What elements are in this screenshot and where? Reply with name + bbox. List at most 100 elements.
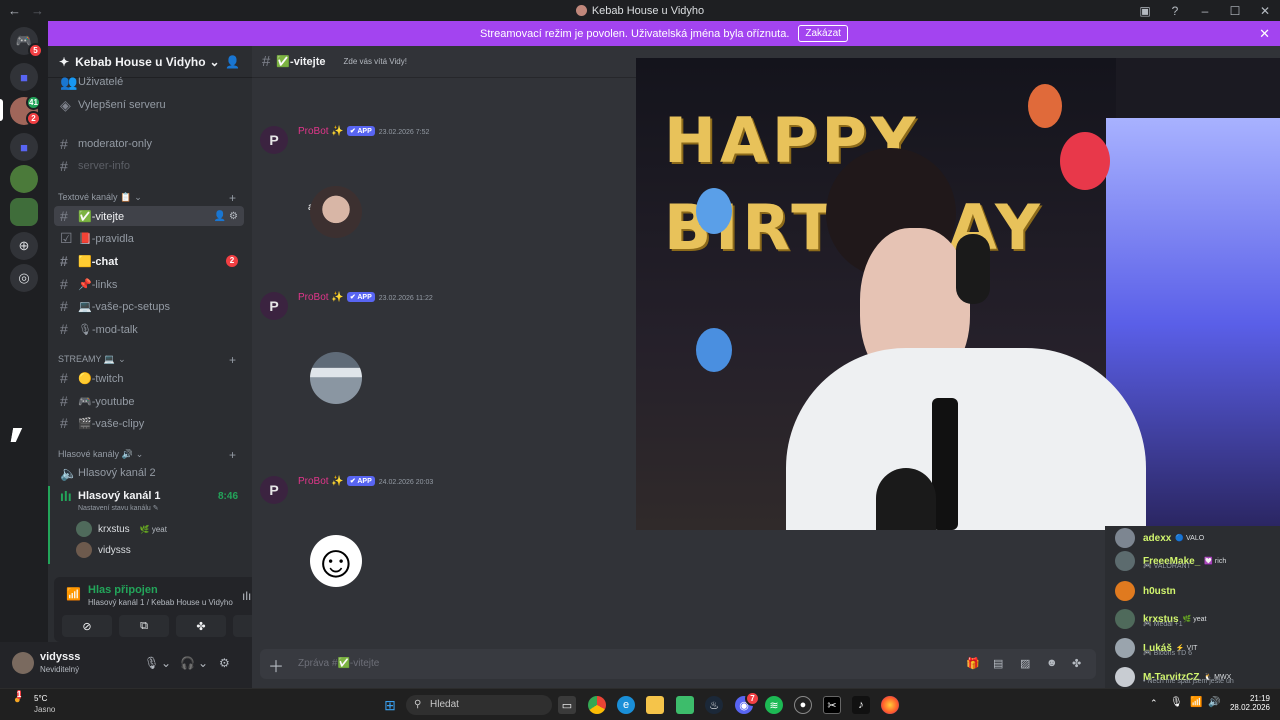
avatar[interactable] — [12, 652, 34, 674]
close-banner-icon[interactable]: ✕ — [1259, 26, 1270, 42]
author-name[interactable]: ProBot ✨ — [298, 292, 344, 303]
maximize-button[interactable]: ☐ — [1220, 4, 1250, 18]
member-item[interactable]: M-TarvitzCZ 🐧 MWX • Nech mě spát jsem ješt… — [1115, 667, 1234, 687]
minimize-button[interactable]: – — [1190, 4, 1220, 18]
channel-mod-talk[interactable]: # 🎙-mod-talk — [54, 319, 244, 339]
chevron-down-icon[interactable]: ⌄ — [198, 656, 208, 670]
firefox-icon[interactable] — [881, 696, 899, 714]
start-windows-icon[interactable]: ⊞ — [381, 696, 399, 714]
voice-channel-2[interactable]: 🔈 Hlasový kanál 2 — [54, 463, 244, 483]
tiktok-icon[interactable]: ♪ — [852, 696, 870, 714]
forward-arrow-icon[interactable]: → — [31, 3, 44, 18]
help-icon[interactable]: ? — [1160, 4, 1190, 18]
taskbar-clock[interactable]: 21:19 28.02.2026 — [1230, 694, 1270, 712]
taskbar-search[interactable]: ⚲ Hledat — [406, 695, 552, 715]
screen-share-button[interactable]: ⧉ — [119, 615, 169, 637]
add-server-icon[interactable]: ⊕ — [10, 232, 38, 260]
channel-server-info[interactable]: # server-info — [54, 156, 244, 176]
folder-icon-2[interactable]: ■ — [10, 133, 38, 161]
discord-icon[interactable]: ◉ 7 — [735, 691, 760, 714]
discord-home-icon[interactable]: 🎮 5 — [10, 27, 43, 58]
chevron-up-icon[interactable]: ⌃ — [1150, 698, 1158, 709]
channel-vitejte[interactable]: # ✅-vitejte 👤 ⚙ — [54, 206, 244, 226]
chevron-down-icon[interactable]: ⌄ — [161, 656, 171, 670]
probot-avatar[interactable]: P — [260, 292, 288, 320]
file-explorer-icon[interactable] — [646, 696, 664, 714]
steam-icon[interactable]: ♨ — [705, 696, 723, 714]
category-voice-channels[interactable]: Hlasové kanály 🔊 ⌄ + — [58, 448, 244, 462]
headphones-icon[interactable]: 🎧 — [180, 656, 195, 670]
notepad-icon[interactable] — [676, 696, 694, 714]
chrome-icon[interactable] — [588, 696, 606, 714]
channel-links[interactable]: # 📌-links — [54, 274, 244, 294]
smiley-icon[interactable]: ☺ — [310, 535, 362, 587]
channel-pravidla[interactable]: ☑ 📕-pravidla — [54, 228, 244, 248]
back-arrow-icon[interactable]: ← — [8, 3, 21, 18]
category-text-channels[interactable]: Textové kanály 📋 ⌄ + — [58, 191, 244, 205]
folder-icon[interactable]: ■ — [10, 63, 38, 91]
task-view-icon[interactable]: ▭ — [558, 696, 576, 714]
settings-gear-icon[interactable]: ⚙ — [219, 656, 230, 670]
add-channel-icon[interactable]: + — [229, 448, 236, 462]
gift-icon[interactable]: 🎁 — [966, 657, 980, 670]
channel-pc-setups[interactable]: # 💻-vaše-pc-setups — [54, 296, 244, 316]
server-icon-avatar-2[interactable] — [10, 198, 38, 226]
channel-settings-icon[interactable]: 👤 ⚙ — [214, 211, 238, 222]
message-input[interactable]: ＋ Zpráva #✅-vitejte 🎁 ▤ ▨ ☻ ✤ — [260, 649, 1096, 679]
probot-avatar[interactable]: P — [260, 126, 288, 154]
volume-icon[interactable]: 🔊 — [1208, 697, 1220, 708]
voice-channel-status[interactable]: Nastavení stavu kanálu ✎ — [78, 504, 159, 512]
author-name[interactable]: ProBot ✨ — [298, 476, 344, 487]
capcut-icon[interactable]: ✂ — [823, 696, 841, 714]
microphone-icon[interactable]: 🎙 — [1170, 697, 1183, 708]
wifi-icon[interactable]: 📶 — [1190, 697, 1202, 708]
invite-people-icon[interactable]: 👤 — [225, 55, 240, 69]
probot-avatar[interactable]: P — [260, 476, 288, 504]
channel-chat[interactable]: # 🟨-chat 2 — [54, 251, 244, 271]
channel-clipy[interactable]: # 🎬-vaše-clipy — [54, 413, 244, 433]
server-icon-avatar-1[interactable] — [10, 165, 38, 193]
category-streamy[interactable]: STREAMY 💻 ⌄ + — [58, 353, 244, 367]
signal-icon[interactable]: 📶 — [66, 587, 81, 601]
add-attachment-icon[interactable]: ＋ — [268, 653, 284, 677]
voice-user-vidysss[interactable]: vidysss — [76, 542, 131, 558]
gif-icon[interactable]: ▤ — [993, 657, 1003, 670]
camera-off-button[interactable]: ⊘ — [62, 615, 112, 637]
member-item[interactable]: adexx 🔵 VALO — [1115, 528, 1204, 548]
add-channel-icon[interactable]: + — [229, 191, 236, 205]
inbox-icon[interactable]: ▣ — [1130, 4, 1160, 18]
username[interactable]: vidysss — [40, 651, 80, 663]
add-channel-icon[interactable]: + — [229, 353, 236, 367]
emoji-icon[interactable]: ☻ — [1046, 657, 1058, 669]
edge-icon[interactable]: e — [617, 696, 635, 714]
apps-icon[interactable]: ✤ — [1072, 657, 1081, 670]
kebab-house-server-icon[interactable]: 41 2 — [10, 95, 41, 126]
channel-topic[interactable]: Zde vás vítá Vidy! — [344, 57, 407, 66]
spotify-icon[interactable]: ≋ — [765, 696, 783, 714]
voice-channel-1[interactable]: ılı Hlasový kanál 1 8:46 — [54, 486, 244, 506]
channel-youtube[interactable]: # 🎮-youtube — [54, 391, 244, 411]
weather-widget[interactable]: ● 1 5°C Jasno — [14, 690, 55, 714]
obs-icon[interactable]: ● — [794, 696, 812, 714]
close-button[interactable]: ✕ — [1250, 4, 1280, 18]
welcome-image[interactable] — [310, 352, 362, 404]
discover-icon[interactable]: ◎ — [10, 264, 38, 292]
channel-twitch[interactable]: # 🟡-twitch — [54, 368, 244, 388]
microphone-icon[interactable]: 🎙 — [144, 656, 159, 670]
member-item[interactable]: Lukáš ⚡ VIT 🎮 Bloons TD 6 — [1115, 638, 1197, 658]
sticker-icon[interactable]: ▨ — [1020, 657, 1030, 670]
timestamp: 23.02.2026 7:52 — [378, 129, 430, 136]
disable-button[interactable]: Zakázat — [798, 25, 848, 42]
member-item[interactable]: FreeeMake_ 💟 rich 🎮 VALORANT — [1115, 551, 1226, 571]
member-item[interactable]: h0ustn — [1115, 581, 1176, 601]
hash-icon: # — [60, 415, 68, 431]
author-name[interactable]: ProBot ✨ — [298, 126, 344, 137]
voice-user-krxstus[interactable]: krxstus 🌿 yeat — [76, 521, 167, 537]
boost-item[interactable]: ◈ Vylepšení serveru — [54, 95, 244, 115]
member-item[interactable]: krxstus 🌿 yeat 🎮 Medal +1 — [1115, 609, 1206, 629]
welcome-image[interactable] — [310, 186, 362, 238]
members-item[interactable]: 👥 Uživatelé — [54, 72, 244, 92]
activities-button[interactable]: ✤ — [176, 615, 226, 637]
channel-moderator-only[interactable]: # moderator-only — [54, 134, 244, 154]
voice-status[interactable]: Hlas připojen — [88, 584, 158, 596]
